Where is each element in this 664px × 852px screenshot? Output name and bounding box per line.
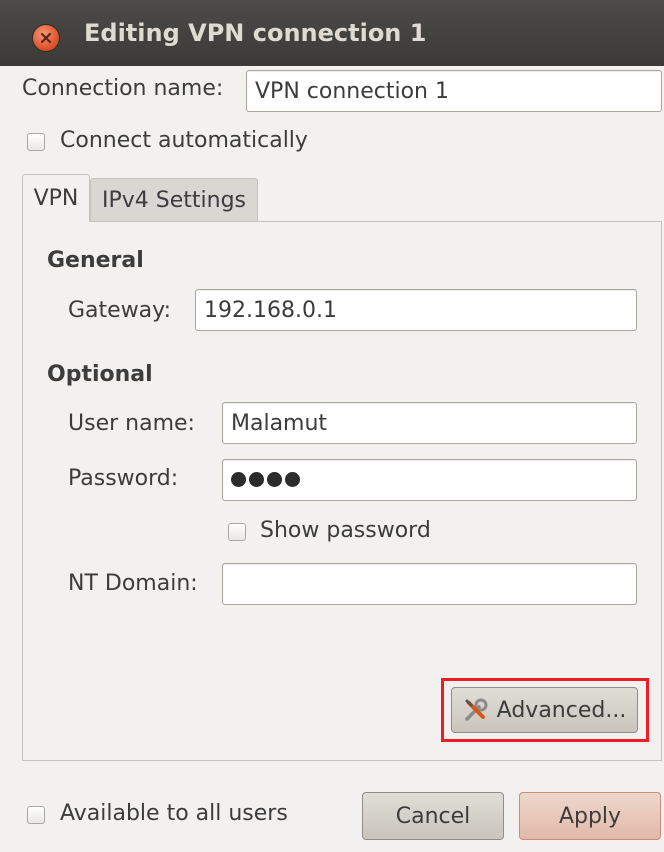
close-icon[interactable] bbox=[33, 25, 59, 51]
connect-automatically-checkbox[interactable] bbox=[27, 133, 45, 151]
username-label: User name: bbox=[68, 411, 195, 436]
available-to-all-users-checkbox[interactable] bbox=[27, 806, 45, 824]
gateway-input[interactable]: 192.168.0.1 bbox=[195, 289, 637, 331]
title-bar: Editing VPN connection 1 bbox=[0, 0, 664, 66]
apply-button[interactable]: Apply bbox=[519, 792, 661, 840]
connection-name-label: Connection name: bbox=[22, 76, 224, 101]
password-input[interactable] bbox=[222, 459, 637, 501]
password-dot bbox=[249, 471, 264, 487]
wrench-screwdriver-icon bbox=[463, 697, 489, 723]
connection-name-input[interactable]: VPN connection 1 bbox=[246, 70, 662, 112]
close-x-glyph bbox=[40, 32, 52, 44]
window-title: Editing VPN connection 1 bbox=[84, 19, 427, 47]
password-dot bbox=[285, 471, 300, 487]
gateway-label: Gateway: bbox=[68, 298, 171, 323]
cancel-button-label: Cancel bbox=[395, 803, 471, 829]
available-to-all-users-label[interactable]: Available to all users bbox=[60, 801, 288, 826]
cancel-button[interactable]: Cancel bbox=[362, 792, 504, 840]
gateway-value: 192.168.0.1 bbox=[204, 297, 337, 323]
tab-ipv4-label: IPv4 Settings bbox=[102, 188, 246, 213]
password-dot bbox=[267, 471, 282, 487]
advanced-button-label: Advanced... bbox=[496, 697, 627, 723]
show-password-label[interactable]: Show password bbox=[260, 518, 431, 543]
password-label: Password: bbox=[68, 466, 179, 491]
tab-ipv4-settings[interactable]: IPv4 Settings bbox=[90, 178, 258, 222]
connection-name-value: VPN connection 1 bbox=[255, 78, 449, 104]
username-input[interactable]: Malamut bbox=[222, 402, 637, 444]
show-password-checkbox[interactable] bbox=[228, 523, 246, 541]
nt-domain-label: NT Domain: bbox=[68, 571, 198, 596]
tab-vpn-label: VPN bbox=[33, 186, 79, 211]
tab-vpn[interactable]: VPN bbox=[22, 174, 90, 222]
username-value: Malamut bbox=[231, 410, 328, 436]
connect-automatically-label[interactable]: Connect automatically bbox=[60, 128, 308, 153]
advanced-button[interactable]: Advanced... bbox=[451, 687, 638, 733]
password-dot bbox=[231, 471, 246, 487]
nt-domain-input[interactable] bbox=[222, 563, 637, 605]
general-heading: General bbox=[47, 248, 144, 273]
apply-button-label: Apply bbox=[558, 803, 622, 829]
password-masked-value bbox=[231, 468, 303, 493]
optional-heading: Optional bbox=[47, 362, 153, 387]
